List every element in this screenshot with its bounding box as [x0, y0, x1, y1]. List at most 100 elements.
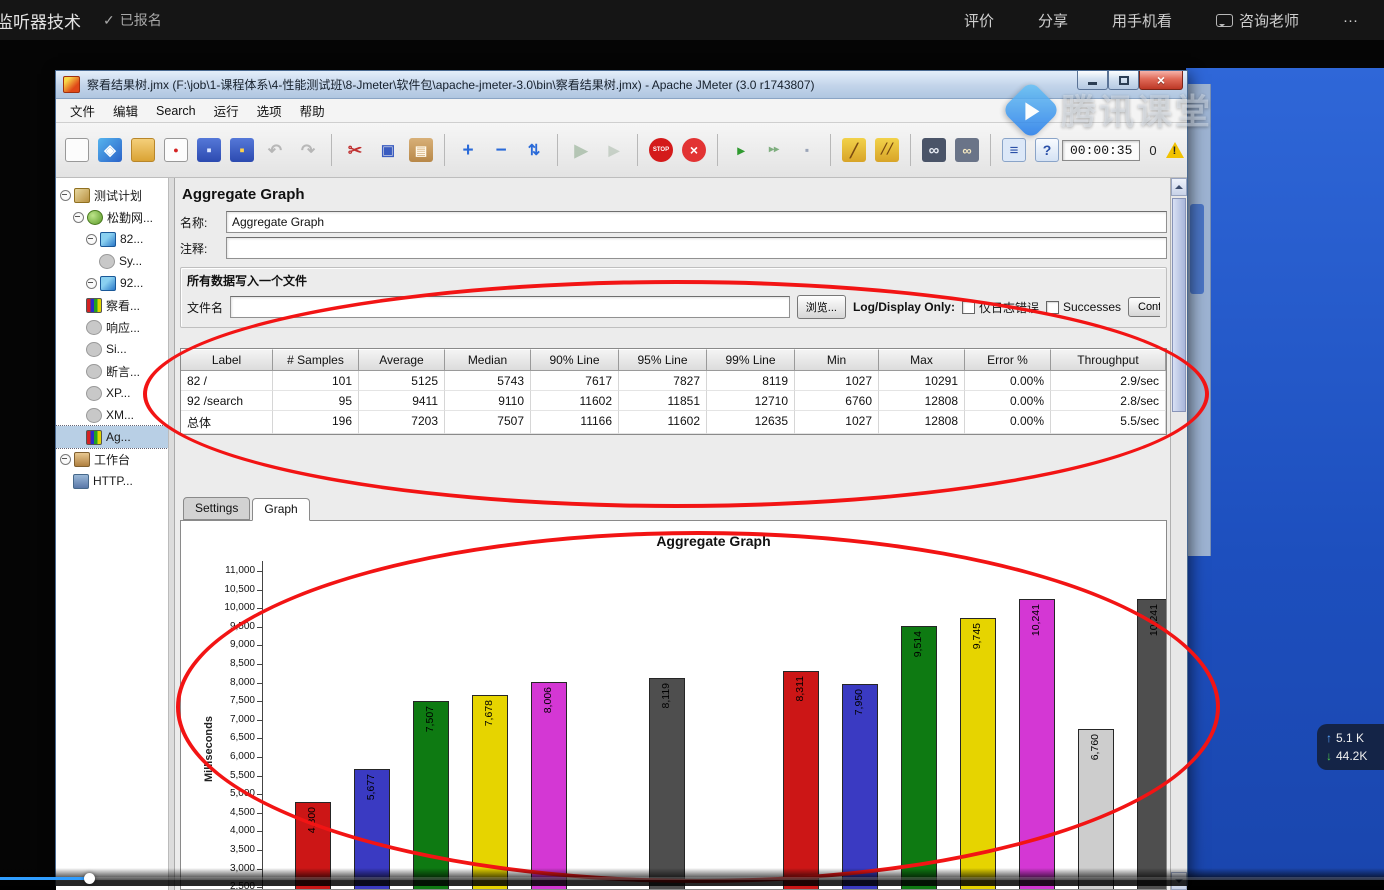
- toolbar-button-search-reset[interactable]: ∞: [952, 135, 982, 165]
- menu-help[interactable]: 帮助: [291, 98, 334, 123]
- tree-item-item-si[interactable]: Si...: [56, 338, 168, 360]
- tree-item-workbench[interactable]: 工作台: [56, 448, 168, 470]
- tab-settings[interactable]: Settings: [183, 497, 251, 520]
- tree-item-aggregate-graph[interactable]: Ag...: [56, 425, 168, 449]
- column-header-7[interactable]: Min: [795, 349, 879, 371]
- toolbar-button-remote-start[interactable]: ▸: [726, 135, 756, 165]
- column-header-3[interactable]: Median: [445, 349, 531, 371]
- table-cell: 12635: [707, 411, 795, 434]
- toolbar-button-clear[interactable]: ╱: [839, 135, 869, 165]
- panel-splitter[interactable]: [168, 178, 175, 890]
- topbar-link-watch-on-phone[interactable]: 用手机看: [1112, 10, 1172, 31]
- minimize-button[interactable]: [1077, 71, 1108, 90]
- table-row-2[interactable]: 总体 196 7203 7507 11166 11602 12635 1027 12808 0.0…: [181, 411, 1166, 434]
- toolbar-button-new-file[interactable]: [62, 135, 92, 165]
- table-cell: 8119: [707, 371, 795, 391]
- menu-search[interactable]: Search: [147, 101, 205, 121]
- toolbar-button-remote-stop[interactable]: ▪: [792, 135, 822, 165]
- toolbar-button-collapse-all[interactable]: −: [486, 135, 516, 165]
- menu-edit[interactable]: 编辑: [104, 98, 147, 123]
- toolbar-button-save[interactable]: ▪: [194, 135, 224, 165]
- scroll-up-arrow[interactable]: [1171, 178, 1187, 196]
- column-header-0[interactable]: Label: [181, 349, 273, 371]
- column-header-8[interactable]: Max: [879, 349, 965, 371]
- toolbar-button-stop[interactable]: STOP: [646, 135, 676, 165]
- menu-run[interactable]: 运行: [205, 98, 248, 123]
- menu-options[interactable]: 选项: [248, 98, 291, 123]
- tree-item-item-xp[interactable]: XP...: [56, 382, 168, 404]
- column-header-5[interactable]: 95% Line: [619, 349, 707, 371]
- tree-item-item-xiang[interactable]: 响应...: [56, 316, 168, 338]
- toolbar-button-function-helper[interactable]: ≡: [999, 135, 1029, 165]
- toolbar-button-save-as[interactable]: ▪: [227, 135, 257, 165]
- menu-file[interactable]: 文件: [61, 98, 104, 123]
- tree-item-thread-group[interactable]: 松勤网...: [56, 206, 168, 228]
- tree-item-item-xm[interactable]: XM...: [56, 404, 168, 426]
- name-input[interactable]: Aggregate Graph: [226, 211, 1167, 233]
- tree-item-sampler-92[interactable]: 92...: [56, 272, 168, 294]
- warning-icon[interactable]: [1165, 142, 1184, 158]
- tree-item-label: 82...: [120, 232, 144, 246]
- progress-knob[interactable]: [83, 873, 95, 884]
- column-header-2[interactable]: Average: [359, 349, 445, 371]
- column-header-9[interactable]: Error %: [965, 349, 1051, 371]
- column-header-10[interactable]: Throughput: [1051, 349, 1166, 371]
- tree-item-http-item[interactable]: HTTP...: [56, 470, 168, 492]
- errors-only-checkbox[interactable]: 仅日志错误: [961, 299, 1039, 316]
- comment-input[interactable]: [226, 237, 1167, 259]
- tree-expand-handle[interactable]: [73, 211, 84, 223]
- tree-item-sampler-82[interactable]: 82...: [56, 228, 168, 250]
- toolbar-button-cut[interactable]: ✂: [340, 135, 370, 165]
- successes-checkbox[interactable]: Successes: [1045, 300, 1121, 314]
- minimize-icon: [1088, 82, 1097, 85]
- topbar-link-consult-teacher[interactable]: 咨询老师: [1215, 10, 1299, 31]
- toolbar-button-toggle[interactable]: ⇅: [519, 135, 549, 165]
- table-row-0[interactable]: 82 /101 5125 5743 7617 7827 8119 1027 10291 0.00…: [181, 371, 1166, 391]
- progress-bar[interactable]: [0, 873, 1384, 884]
- bar-value-label: 8,311: [794, 676, 806, 702]
- topbar-link-rate[interactable]: 评价: [964, 10, 994, 31]
- tree-expand-handle[interactable]: [86, 277, 97, 289]
- main-content: Aggregate Graph 名称: Aggregate Graph 注释: …: [175, 178, 1170, 890]
- maximize-button[interactable]: [1108, 71, 1139, 90]
- toolbar-button-clear-all[interactable]: ╱╱: [872, 135, 902, 165]
- toolbar-button-paste[interactable]: ▤: [406, 135, 436, 165]
- table-row-1[interactable]: 92 /search 95 9411 9110 11602 11851 12710 6760 1…: [181, 391, 1166, 411]
- tree-expand-handle[interactable]: [60, 453, 71, 465]
- toolbar-button-search[interactable]: ∞: [919, 135, 949, 165]
- toolbar-button-open-folder[interactable]: [128, 135, 158, 165]
- toolbar-button-expand-all[interactable]: +: [453, 135, 483, 165]
- toolbar-button-copy[interactable]: ▣: [373, 135, 403, 165]
- tree-item-item-sy[interactable]: Sy...: [56, 250, 168, 272]
- tree-item-view-results-tree[interactable]: 察看...: [56, 294, 168, 316]
- toolbar-button-shutdown[interactable]: ×: [679, 135, 709, 165]
- column-header-6[interactable]: 99% Line: [707, 349, 795, 371]
- tree-expand-handle[interactable]: [60, 189, 71, 201]
- toolbar-button-start-no-timers[interactable]: ▶: [599, 135, 629, 165]
- cut-icon: ✂: [347, 140, 363, 160]
- topbar-link-more[interactable]: ···: [1343, 12, 1358, 29]
- table-cell: 12710: [707, 391, 795, 411]
- close-button[interactable]: ×: [1139, 71, 1183, 90]
- tree-expand-handle[interactable]: [86, 233, 97, 245]
- topbar-link-share[interactable]: 分享: [1038, 10, 1068, 31]
- column-header-1[interactable]: # Samples: [273, 349, 359, 371]
- toolbar-button-templates[interactable]: ◈: [95, 135, 125, 165]
- toolbar-button-help[interactable]: ?: [1032, 135, 1062, 165]
- browse-button[interactable]: 浏览...: [796, 295, 846, 319]
- toolbar-button-undo[interactable]: ↶: [260, 135, 290, 165]
- tree-item-item-duan[interactable]: 断言...: [56, 360, 168, 382]
- toolbar-button-start[interactable]: ▶: [566, 135, 596, 165]
- tab-graph[interactable]: Graph: [252, 498, 310, 521]
- tree-item-test-plan[interactable]: 测试计划: [56, 184, 168, 206]
- scrollbar-thumb[interactable]: [1172, 198, 1186, 412]
- window-titlebar[interactable]: 察看结果树.jmx (F:\job\1-课程体系\4-性能测试班\8-Jmete…: [56, 71, 1187, 99]
- filename-input[interactable]: [230, 296, 790, 318]
- configure-button[interactable]: Configure: [1128, 297, 1160, 317]
- table-cell: 7827: [619, 371, 707, 391]
- toolbar-button-remote-start-all[interactable]: ▸▸: [759, 135, 789, 165]
- toolbar-button-close-file[interactable]: ●: [161, 135, 191, 165]
- toolbar-button-redo[interactable]: ↷: [293, 135, 323, 165]
- vertical-scrollbar[interactable]: [1170, 178, 1187, 890]
- column-header-4[interactable]: 90% Line: [531, 349, 619, 371]
